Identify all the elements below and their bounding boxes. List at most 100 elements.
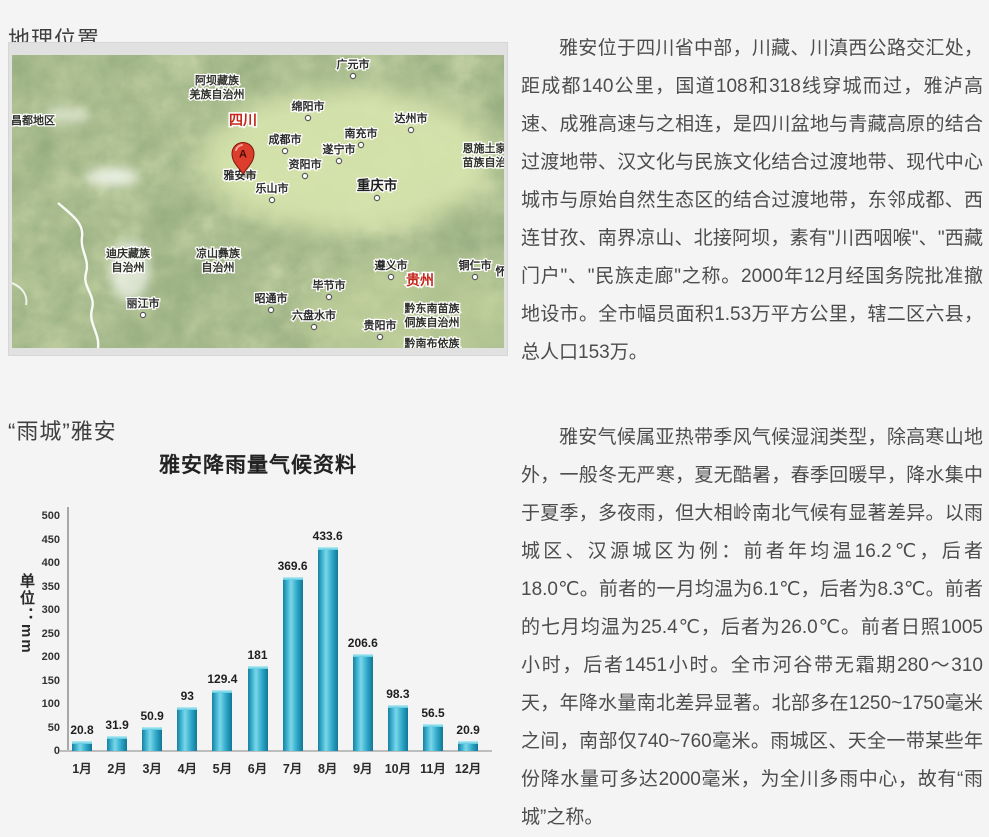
map-label: 资阳市 (289, 157, 322, 171)
bar-value-label: 50.9 (126, 709, 178, 724)
y-tick-label: 200 (22, 650, 60, 664)
chart-plot: 单位：mm 05010015020025030035040045050020.8… (8, 477, 508, 795)
map-label: 凉山彝族 (196, 246, 241, 260)
map-image-frame: 昌都地区阿坝藏族羌族自治州四川广元市绵阳市达州市成都市南充市遂宁市资阳市雅安市乐… (8, 42, 508, 356)
y-tick-label: 50 (22, 721, 60, 735)
bar-8月 (318, 547, 338, 751)
y-tick-label: 250 (22, 627, 60, 641)
bar-cap (177, 707, 197, 710)
map-label: 黔东南苗族 (405, 301, 461, 315)
map-label: 遵义市 (375, 258, 408, 272)
y-tick-label: 150 (22, 674, 60, 688)
section-title-rain: “雨城”雅安 (8, 414, 117, 446)
city-dot (388, 274, 393, 279)
city-dot (311, 324, 316, 329)
bar-2月 (107, 736, 127, 751)
bar-value-label: 98.3 (372, 687, 424, 702)
map-label: 迪庆藏族 (106, 246, 151, 260)
map-label: 绵阳市 (292, 99, 325, 113)
bar-6月 (248, 666, 268, 751)
bar-10月 (388, 705, 408, 751)
map-label: 六盘水市 (292, 308, 336, 322)
bar-value-label: 129.4 (196, 672, 248, 687)
map-label: 达州市 (395, 111, 428, 125)
map-label: 怀化市 (496, 264, 505, 278)
y-tick-label: 0 (22, 744, 60, 758)
city-dot (358, 142, 363, 147)
y-tick-label: 100 (22, 697, 60, 711)
x-tick-label: 12月 (446, 758, 490, 777)
map-label: 乐山市 (256, 181, 289, 195)
map-label: 侗族自治州 (404, 315, 460, 329)
city-dot (350, 73, 355, 78)
y-axis-line (67, 507, 69, 752)
city-dot (408, 127, 413, 132)
bar-1月 (72, 741, 92, 751)
map-label: 重庆市 (357, 177, 398, 193)
bar-cap (423, 724, 443, 727)
map-label: 黔南布依族 (405, 336, 461, 348)
page: { "sections": { "geo": { "title": "地理位置"… (0, 0, 989, 799)
bar-value-label: 93 (161, 689, 213, 704)
city-dot (140, 312, 145, 317)
map-label: 昭通市 (255, 291, 288, 305)
bar-7月 (283, 577, 303, 751)
y-tick-label: 300 (22, 603, 60, 617)
bar-cap (388, 705, 408, 708)
bar-value-label: 181 (232, 648, 284, 663)
bar-value-label: 369.6 (267, 559, 319, 574)
geo-text-column: 雅安位于四川省中部，川藏、川滇西公路交汇处，距成都140公里，国道108和318… (521, 30, 983, 372)
bar-cap (458, 741, 478, 744)
pin-letter: A (239, 149, 247, 161)
y-tick-label: 400 (22, 556, 60, 570)
bar-12月 (458, 741, 478, 751)
bar-cap (353, 654, 373, 657)
city-dot (472, 274, 477, 279)
city-dot (282, 148, 287, 153)
bar-9月 (353, 654, 373, 751)
map-label: 昌都地区 (12, 113, 55, 127)
geo-paragraph: 雅安位于四川省中部，川藏、川滇西公路交汇处，距成都140公里，国道108和318… (521, 30, 983, 372)
city-dot (326, 294, 331, 299)
city-dot (377, 334, 382, 339)
bar-cap (248, 666, 268, 669)
bar-5月 (212, 690, 232, 751)
bar-cap (142, 727, 162, 730)
rain-paragraph: 雅安气候属亚热带季风气候湿润类型，除高寒山地外，一般冬无严寒，夏无酷暑，春季回暖… (521, 419, 983, 837)
city-dot (374, 195, 379, 200)
map-label: 铜仁市 (458, 258, 492, 272)
map-label: 贵阳市 (364, 318, 397, 332)
chart-title: 雅安降雨量气候资料 (8, 443, 508, 479)
city-dot (268, 307, 273, 312)
y-tick-label: 450 (22, 533, 60, 547)
map-label: 丽江市 (127, 296, 160, 310)
map-label: 自治州 (112, 260, 145, 274)
city-dot (269, 197, 274, 202)
bar-value-label: 433.6 (302, 529, 354, 544)
bar-cap (318, 547, 338, 550)
map-label: 阿坝藏族 (195, 73, 240, 87)
map-label: 贵州 (406, 272, 434, 288)
map-label: 羌族自治州 (190, 87, 245, 101)
city-dot (302, 173, 307, 178)
map-label: 广元市 (337, 57, 370, 71)
map-label: 成都市 (269, 132, 302, 146)
snow-patch-1 (86, 168, 138, 186)
bar-value-label: 206.6 (337, 636, 389, 651)
rain-text-column: 雅安气候属亚热带季风气候湿润类型，除高寒山地外，一般冬无严寒，夏无酷暑，春季回暖… (521, 419, 983, 837)
terrain-map: 昌都地区阿坝藏族羌族自治州四川广元市绵阳市达州市成都市南充市遂宁市资阳市雅安市乐… (12, 55, 504, 348)
city-dot (336, 158, 341, 163)
bar-cap (107, 736, 127, 739)
y-tick-label: 350 (22, 580, 60, 594)
map-label: 遂宁市 (323, 142, 356, 156)
bar-cap (212, 690, 232, 693)
bar-11月 (423, 724, 443, 751)
map-label: 南充市 (345, 126, 378, 140)
bar-3月 (142, 727, 162, 751)
map-label: 自治州 (202, 260, 235, 274)
bar-4月 (177, 707, 197, 751)
city-dot (305, 115, 310, 120)
y-tick-label: 500 (22, 509, 60, 523)
bar-cap (72, 741, 92, 744)
rainfall-chart: 雅安降雨量气候资料 单位：mm 050100150200250300350400… (8, 443, 508, 795)
